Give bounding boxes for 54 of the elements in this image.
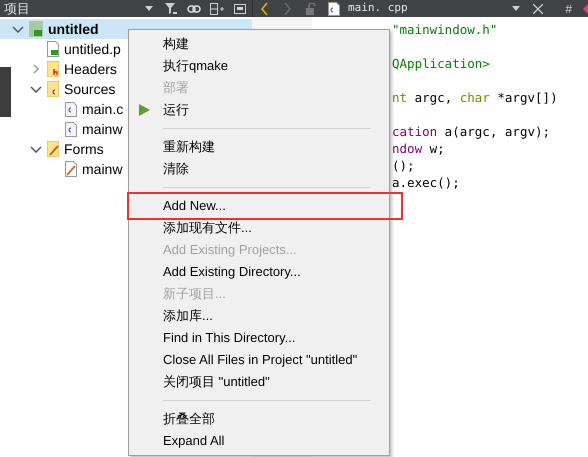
tree-label: untitled.p: [64, 40, 121, 59]
panel-strip: [0, 67, 11, 117]
code-line: ndow w;: [392, 141, 445, 156]
folder-icon: [47, 141, 59, 157]
tree-label: untitled: [48, 20, 99, 38]
folder-icon: [47, 81, 59, 97]
chevron-down-icon[interactable]: [30, 146, 42, 152]
file-icon: [328, 2, 340, 16]
menu-item[interactable]: 执行qmake: [129, 55, 389, 77]
chevron-down-icon[interactable]: [30, 86, 42, 92]
code-line: ();: [392, 158, 415, 173]
close-icon[interactable]: [533, 4, 544, 14]
menu-item[interactable]: 折叠全部: [129, 408, 389, 430]
menu-item[interactable]: Find in This Directory...: [129, 327, 389, 349]
menu-item[interactable]: 运行: [129, 99, 389, 121]
menu-item[interactable]: 添加现有文件...: [129, 217, 389, 239]
menu-item[interactable]: Add New...: [129, 195, 389, 217]
code-line: a.exec();: [392, 175, 460, 190]
back-icon[interactable]: [261, 2, 268, 14]
dropdown-icon[interactable]: [145, 6, 153, 11]
menu-item[interactable]: Close All Files in Project "untitled": [129, 349, 389, 371]
file-tab-title[interactable]: main. cpp: [348, 0, 408, 17]
menu-item[interactable]: Expand All: [129, 430, 389, 452]
tree-item[interactable]: mainw: [0, 119, 252, 139]
panel-icon[interactable]: [234, 4, 246, 14]
menu-item[interactable]: 清除: [129, 158, 389, 180]
menu-item[interactable]: 添加库...: [129, 305, 389, 327]
play-icon: [139, 104, 150, 116]
link-icon[interactable]: [187, 4, 201, 12]
menu-item[interactable]: Add Existing Directory...: [129, 261, 389, 283]
file-icon: [65, 122, 77, 136]
menu-item[interactable]: 关闭项目 "untitled": [129, 371, 389, 393]
dropdown-icon[interactable]: [512, 6, 520, 11]
folder-icon: [47, 61, 59, 77]
symbol-button[interactable]: #: [565, 0, 572, 18]
tree-label: main.c: [82, 100, 124, 118]
filter-icon[interactable]: [165, 2, 177, 14]
file-icon: [47, 41, 59, 57]
split-icon[interactable]: [210, 2, 224, 14]
file-icon: [65, 161, 77, 177]
code-line: "mainwindow.h": [392, 22, 498, 37]
tree-label: mainw: [82, 160, 122, 178]
project-icon: [29, 21, 43, 37]
panel-title: 项目: [3, 0, 30, 17]
tree-label: mainw: [82, 120, 122, 138]
chevron-down-icon[interactable]: [12, 26, 24, 32]
code-line: QApplication>: [392, 56, 490, 71]
code-line: nt argc, char *argv[]): [392, 90, 558, 105]
menu-item[interactable]: 重新构建: [129, 136, 389, 158]
file-icon: [65, 102, 77, 116]
tree-label: Headers: [64, 60, 117, 78]
tree-label: Forms: [64, 140, 104, 158]
code-line: cation a(argc, argv);: [392, 124, 550, 139]
tree-label: Sources: [64, 80, 116, 98]
